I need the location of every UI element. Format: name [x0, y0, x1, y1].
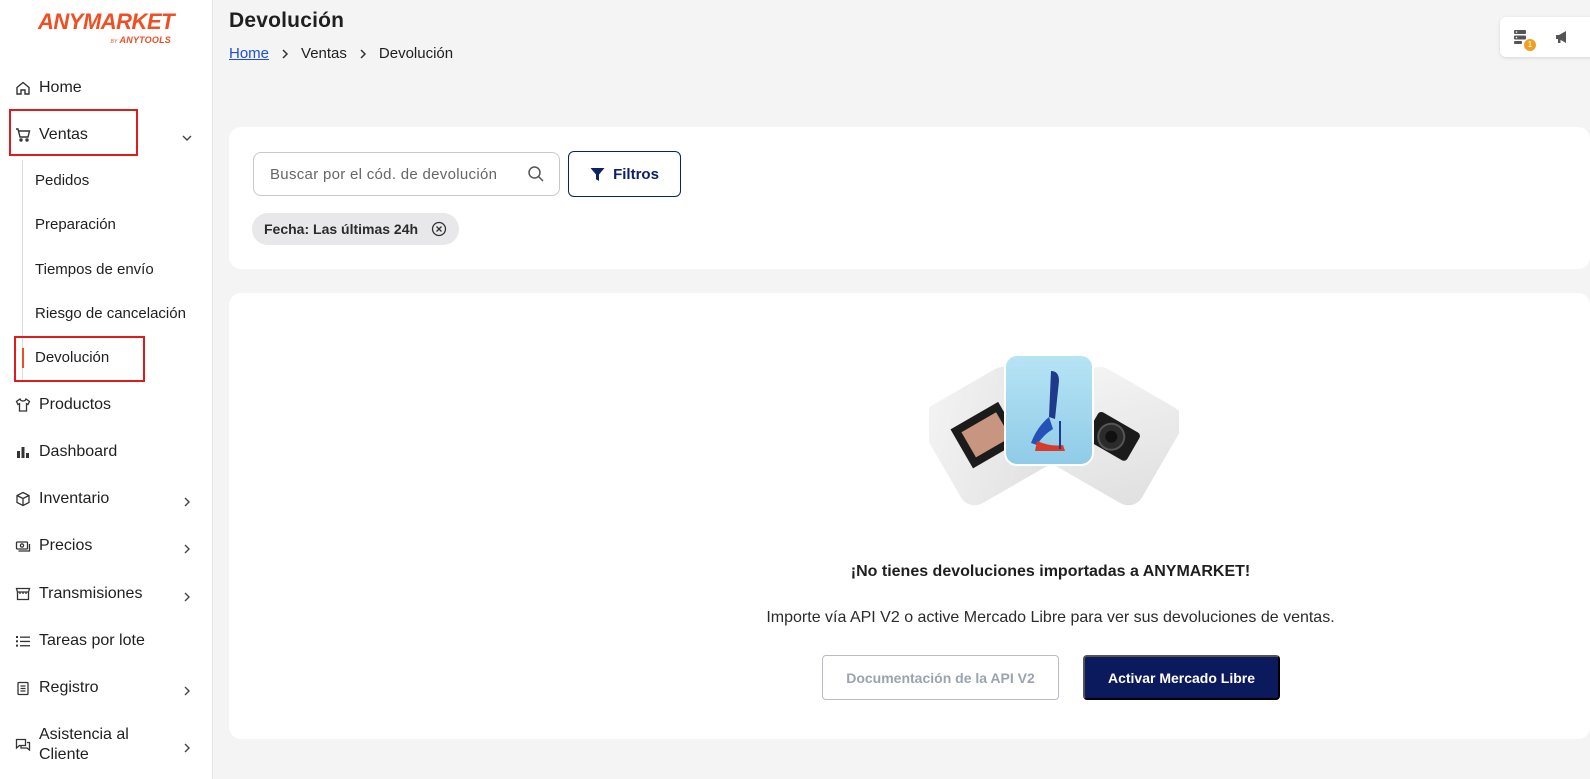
submenu-item-riesgo-cancelacion[interactable]: Riesgo de cancelación	[35, 304, 186, 324]
highlight-box-ventas	[9, 109, 138, 156]
filters-button[interactable]: Filtros	[568, 151, 681, 197]
breadcrumb-home-link[interactable]: Home	[229, 45, 269, 62]
submenu-item-tiempos-envio[interactable]: Tiempos de envío	[35, 260, 154, 280]
empty-state-description: Importe vía API V2 o active Mercado Libr…	[766, 609, 1335, 626]
empty-state-card: ¡No tienes devoluciones importadas a ANY…	[229, 293, 1590, 739]
chevron-right-icon	[279, 48, 291, 60]
chevron-right-icon	[357, 48, 369, 60]
chevron-right-icon	[182, 541, 192, 554]
filters-button-label: Filtros	[613, 165, 659, 183]
highlight-box-devolucion	[14, 336, 145, 382]
sidebar-item-precios[interactable]: Precios	[0, 526, 212, 566]
clipboard-icon	[15, 680, 31, 696]
store-icon	[15, 586, 31, 602]
anymarket-logo[interactable]: ANYMARKET BY ANYTOOLS	[38, 9, 175, 48]
chip-label: Fecha: Las últimas 24h	[264, 221, 419, 237]
sidebar-item-home[interactable]: Home	[0, 68, 212, 108]
sidebar-item-label: Productos	[39, 396, 112, 413]
sidebar-item-label: Dashboard	[39, 443, 118, 460]
search-box[interactable]	[253, 152, 560, 196]
list-icon	[15, 633, 31, 649]
breadcrumb-ventas[interactable]: Ventas	[301, 45, 347, 62]
sidebar-item-label: Asistencia al Cliente	[39, 726, 129, 763]
empty-state-title: ¡No tienes devoluciones importadas a ANY…	[850, 563, 1251, 580]
products-illustration	[929, 354, 1179, 506]
notification-badge: 1	[1524, 39, 1536, 51]
megaphone-icon[interactable]	[1554, 28, 1572, 46]
submenu-item-preparacion[interactable]: Preparación	[35, 215, 116, 235]
home-icon	[15, 80, 31, 96]
activate-mercado-libre-button[interactable]: Activar Mercado Libre	[1083, 655, 1280, 700]
breadcrumb: Home Ventas Devolución	[229, 45, 453, 62]
sidebar-item-dashboard[interactable]: Dashboard	[0, 432, 212, 472]
brand-sub: BY ANYTOOLS	[110, 35, 171, 45]
money-icon	[15, 538, 31, 554]
breadcrumb-devolucion: Devolución	[378, 45, 454, 62]
header-actions: 1	[1500, 17, 1590, 57]
brand-name: ANYMARKET	[38, 9, 175, 34]
shirt-icon	[15, 397, 31, 413]
sidebar-item-label: Precios	[39, 537, 93, 554]
chat-icon	[15, 737, 31, 753]
sidebar-item-asistencia[interactable]: Asistencia al Cliente	[0, 723, 212, 767]
sidebar-item-tareas-por-lote[interactable]: Tareas por lote	[0, 621, 212, 661]
submenu-item-pedidos[interactable]: Pedidos	[35, 171, 89, 191]
sidebar-item-label: Inventario	[39, 490, 110, 507]
chevron-down-icon	[182, 130, 192, 141]
sidebar-item-label: Home	[39, 79, 82, 96]
filter-card: Filtros Fecha: Las últimas 24h	[229, 127, 1590, 269]
chevron-right-icon	[182, 683, 192, 696]
bar-chart-icon	[15, 444, 31, 460]
close-circle-icon[interactable]	[431, 221, 447, 237]
search-icon[interactable]	[527, 165, 545, 183]
sidebar-item-productos[interactable]: Productos	[0, 385, 212, 425]
chevron-right-icon	[182, 589, 192, 602]
page-title: Devolución	[229, 9, 345, 32]
box-icon	[15, 491, 31, 507]
chevron-right-icon	[182, 740, 192, 753]
api-docs-button[interactable]: Documentación de la API V2	[822, 655, 1059, 700]
chevron-right-icon	[182, 494, 192, 507]
sidebar-item-label: Transmisiones	[39, 585, 143, 602]
sidebar-item-label: Tareas por lote	[39, 632, 145, 649]
sidebar-item-registro[interactable]: Registro	[0, 668, 212, 708]
search-input[interactable]	[270, 165, 520, 183]
sidebar-item-transmisiones[interactable]: Transmisiones	[0, 574, 212, 614]
date-filter-chip: Fecha: Las últimas 24h	[252, 213, 459, 245]
sidebar-item-label: Registro	[39, 679, 99, 696]
sidebar: ANYMARKET BY ANYTOOLS Home Ventas Pedidos…	[0, 0, 213, 779]
sidebar-item-inventario[interactable]: Inventario	[0, 479, 212, 519]
filter-icon	[590, 167, 605, 182]
